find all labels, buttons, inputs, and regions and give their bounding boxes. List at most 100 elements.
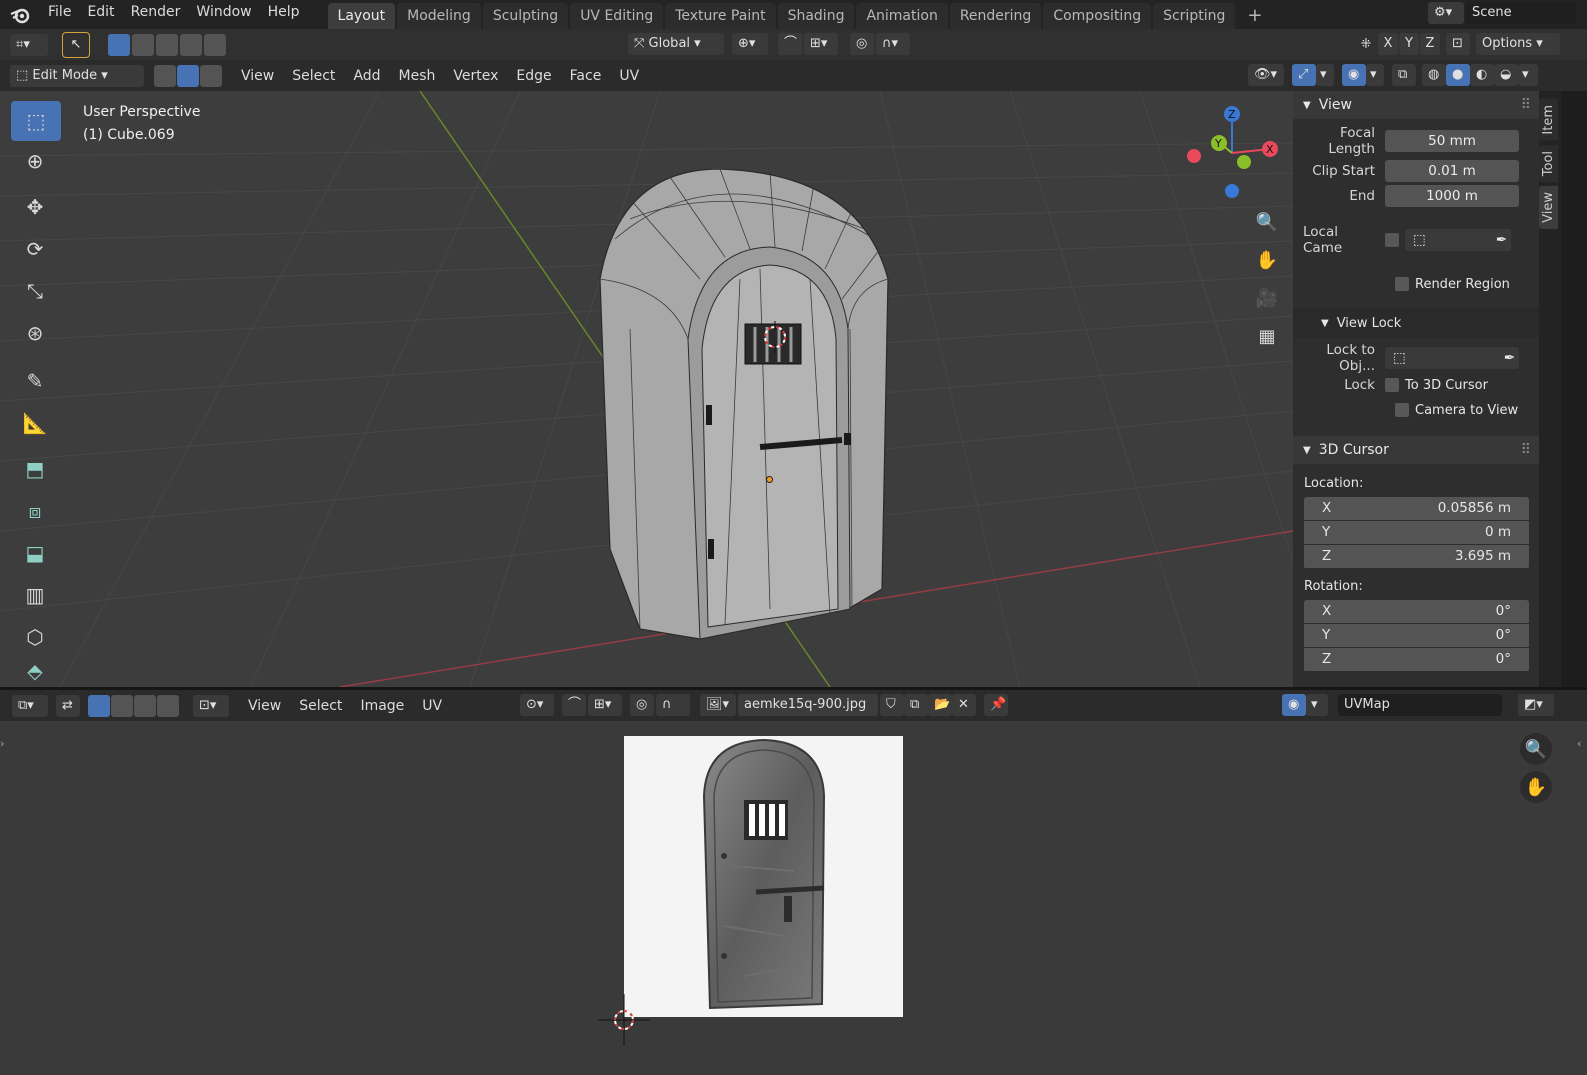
focal-length-field[interactable]: 50 mm bbox=[1385, 130, 1519, 152]
tab-modeling[interactable]: Modeling bbox=[397, 3, 481, 29]
uvmap-field[interactable]: UVMap bbox=[1338, 694, 1502, 716]
img-menu-uv[interactable]: UV bbox=[413, 695, 451, 717]
sidebar-expand-icon[interactable]: ‹ bbox=[1577, 737, 1587, 750]
cursor-tool-icon[interactable]: ⊕ bbox=[17, 143, 53, 179]
menu-face[interactable]: Face bbox=[561, 65, 611, 87]
uv-face-select-icon[interactable] bbox=[134, 694, 156, 717]
3d-viewport[interactable]: User Perspective (1) Cube.069 ⬚ ⊕ ✥ ⟳ ⤡ … bbox=[0, 91, 1293, 687]
proportional-edit-icon[interactable]: ◎ bbox=[850, 33, 874, 55]
tab-sculpting[interactable]: Sculpting bbox=[482, 3, 569, 29]
knife-tool-icon[interactable]: ⬡ bbox=[17, 619, 53, 655]
open-image-icon[interactable]: 📂 bbox=[928, 694, 952, 716]
mirror-x-button[interactable]: X bbox=[1378, 33, 1398, 55]
rotate-tool-icon[interactable]: ⟳ bbox=[17, 231, 53, 267]
pin-icon[interactable]: 📌 bbox=[984, 694, 1008, 716]
xray-icon[interactable]: ⧉ bbox=[1392, 64, 1416, 86]
uv-falloff-icon[interactable]: ∩ bbox=[656, 694, 690, 716]
rotation-z-field[interactable]: Z 0° bbox=[1304, 648, 1529, 671]
tab-shading[interactable]: Shading bbox=[777, 3, 855, 29]
select-new-icon[interactable] bbox=[108, 33, 130, 56]
image-editor-type-icon[interactable]: ⧉▾ bbox=[12, 694, 48, 717]
measure-tool-icon[interactable]: 📐 bbox=[17, 405, 53, 441]
cursor-drag-handle-icon[interactable]: ⠿ bbox=[1521, 442, 1531, 458]
image-pan-hand-icon[interactable]: ✋ bbox=[1520, 771, 1552, 803]
unlink-image-icon[interactable]: ✕ bbox=[952, 694, 976, 716]
fake-user-icon[interactable]: ⛉ bbox=[880, 694, 904, 716]
navigation-gizmo[interactable]: Z Y X bbox=[1180, 103, 1280, 203]
wireframe-shading-icon[interactable]: ◍ bbox=[1422, 64, 1446, 86]
uv-proportional-icon[interactable]: ◎ bbox=[630, 694, 654, 716]
new-image-icon[interactable]: ⧉ bbox=[904, 694, 928, 716]
clip-end-field[interactable]: 1000 m bbox=[1385, 185, 1519, 207]
move-tool-icon[interactable]: ✥ bbox=[17, 189, 53, 225]
menu-view[interactable]: View bbox=[232, 65, 283, 87]
tab-tool[interactable]: Tool bbox=[1539, 144, 1558, 182]
pivot-icon[interactable]: ⊕▾ bbox=[732, 33, 768, 55]
visibility-icon[interactable]: 👁▾ bbox=[1248, 64, 1284, 86]
uv-sync-icon[interactable]: ⇄ bbox=[56, 694, 80, 717]
lock-to-cursor-checkbox[interactable] bbox=[1385, 378, 1399, 392]
transform-orientation[interactable]: ⤧ Global ▾ ⊕▾ ⌒ ⊞▾ ◎ ∩▾ bbox=[628, 33, 910, 55]
lock-to-object-field[interactable]: ⬚ ✒ bbox=[1385, 347, 1519, 369]
menu-window[interactable]: Window bbox=[188, 0, 259, 29]
menu-mesh[interactable]: Mesh bbox=[390, 65, 445, 87]
auto-merge-icon[interactable]: ⊡ bbox=[1446, 33, 1470, 55]
rendered-shading-icon[interactable]: ◒ bbox=[1494, 64, 1518, 86]
menu-add[interactable]: Add bbox=[344, 65, 389, 87]
orientation-dropdown[interactable]: ⤧ Global ▾ bbox=[628, 33, 724, 55]
select-subtract-icon[interactable] bbox=[156, 33, 178, 56]
select-extend-icon[interactable] bbox=[132, 33, 154, 56]
view-lock-subpanel-header[interactable]: ▼ View Lock bbox=[1293, 308, 1539, 338]
uv-snap-target-icon[interactable]: ⊞▾ bbox=[588, 694, 622, 716]
edge-select-icon[interactable] bbox=[177, 64, 199, 87]
scene-selector[interactable]: ⚙▾ Scene bbox=[1428, 2, 1576, 24]
mirror-z-button[interactable]: Z bbox=[1420, 33, 1440, 55]
local-camera-field[interactable]: ⬚ ✒ bbox=[1405, 229, 1511, 251]
scale-tool-icon[interactable]: ⤡ bbox=[17, 273, 53, 309]
falloff-icon[interactable]: ∩▾ bbox=[876, 33, 910, 55]
face-select-icon[interactable] bbox=[200, 64, 222, 87]
menu-file[interactable]: File bbox=[40, 0, 79, 29]
tab-scripting[interactable]: Scripting bbox=[1153, 3, 1236, 29]
gizmo-dropdown-icon[interactable]: ▾ bbox=[1316, 64, 1334, 86]
camera-view-icon[interactable]: 🎥 bbox=[1252, 283, 1282, 313]
add-workspace-button[interactable]: + bbox=[1237, 3, 1272, 29]
clip-start-field[interactable]: 0.01 m bbox=[1385, 160, 1519, 182]
tab-item[interactable]: Item bbox=[1539, 99, 1558, 141]
inset-tool-icon[interactable]: ⧈ bbox=[17, 493, 53, 529]
shading-dropdown-icon[interactable]: ▾ bbox=[1518, 64, 1538, 86]
tab-view[interactable]: View bbox=[1539, 185, 1558, 229]
view-panel-header[interactable]: ▼ View ⠿ bbox=[1293, 91, 1539, 119]
tab-layout[interactable]: Layout bbox=[327, 3, 396, 29]
rotation-x-field[interactable]: X 0° bbox=[1304, 600, 1529, 623]
select-invert-icon[interactable] bbox=[180, 33, 202, 56]
uv-snap-icon[interactable]: ⌒ bbox=[562, 694, 586, 716]
toolbar-expand-icon[interactable]: › bbox=[0, 737, 8, 750]
tab-rendering[interactable]: Rendering bbox=[949, 3, 1042, 29]
drag-handle-icon[interactable]: ⠿ bbox=[1521, 97, 1531, 113]
cursor-panel-header[interactable]: ▼ 3D Cursor ⠿ bbox=[1293, 436, 1539, 464]
annotate-tool-icon[interactable]: ✎ bbox=[17, 363, 53, 399]
local-camera-checkbox[interactable] bbox=[1385, 233, 1399, 247]
overlay-dropdown-icon[interactable]: ▾ bbox=[1366, 64, 1384, 86]
display-channels-icon[interactable]: ◩▾ bbox=[1518, 694, 1554, 716]
uv-overlay-dropdown-icon[interactable]: ▾ bbox=[1306, 694, 1328, 716]
sticky-select-icon[interactable]: ⊡▾ bbox=[193, 694, 229, 717]
uv-overlay-icon[interactable]: ◉ bbox=[1282, 694, 1306, 716]
image-name-field[interactable]: aemke15q-900.jpg bbox=[738, 694, 878, 716]
menu-select[interactable]: Select bbox=[283, 65, 344, 87]
uv-edge-select-icon[interactable] bbox=[111, 694, 133, 717]
eyedropper-icon[interactable]: ✒ bbox=[1496, 229, 1507, 251]
camera-to-view-checkbox[interactable] bbox=[1395, 403, 1409, 417]
location-x-field[interactable]: X 0.05856 m bbox=[1304, 497, 1529, 520]
vertex-select-icon[interactable] bbox=[154, 64, 176, 87]
select-intersect-icon[interactable] bbox=[204, 33, 226, 56]
render-region-checkbox[interactable] bbox=[1395, 277, 1409, 291]
img-menu-view[interactable]: View bbox=[239, 695, 290, 717]
tweak-tool-icon[interactable]: ↖ bbox=[62, 31, 90, 58]
lock-eyedropper-icon[interactable]: ✒ bbox=[1504, 347, 1515, 369]
2d-cursor-icon[interactable] bbox=[598, 994, 650, 1046]
scene-name[interactable]: Scene bbox=[1466, 2, 1576, 24]
image-browse-icon[interactable]: 🖼▾ bbox=[700, 694, 736, 716]
img-menu-select[interactable]: Select bbox=[290, 695, 351, 717]
